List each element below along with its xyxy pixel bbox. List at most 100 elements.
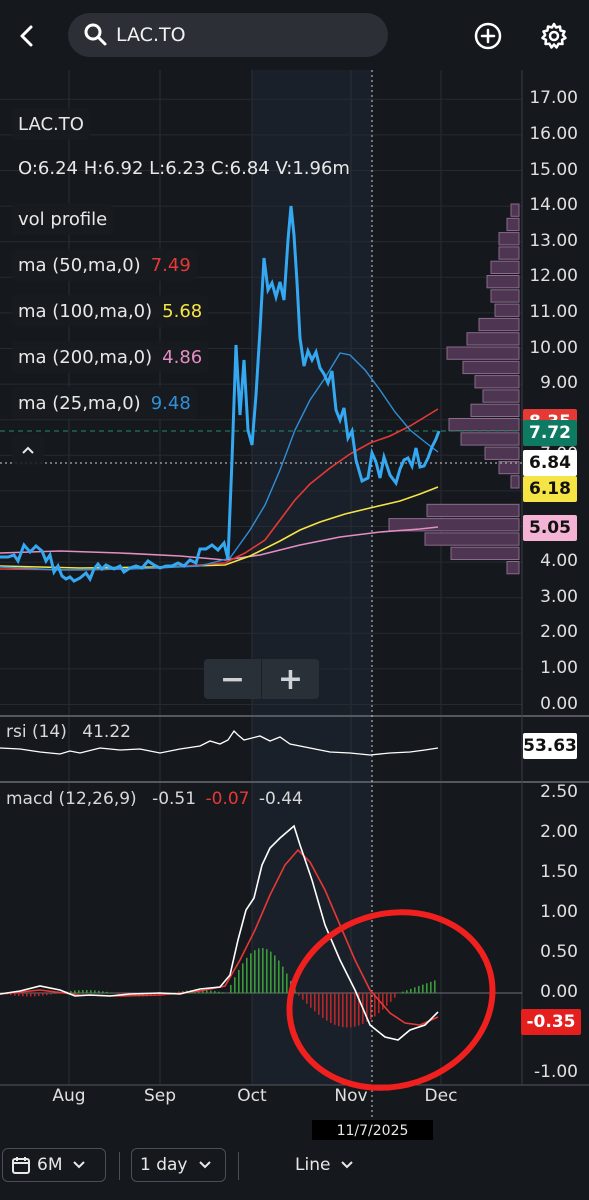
macd-tick-label: 1.50: [540, 862, 578, 882]
macd-histogram-bar: [110, 992, 112, 994]
macd-histogram-bar: [222, 992, 224, 994]
price-tick-label: 0.00: [540, 693, 578, 714]
range-selector[interactable]: 6M: [2, 1148, 106, 1182]
macd-histogram-bar: [402, 991, 404, 994]
rsi-badge: 53.63: [523, 733, 577, 759]
ma50-label: ma (50,ma,0): [18, 254, 141, 276]
macd-histogram-bar: [218, 991, 220, 994]
macd-histogram-bar: [50, 993, 52, 995]
macd-histogram-bar: [398, 993, 400, 994]
macd-histogram-bar: [90, 990, 92, 994]
macd-histogram-bar: [410, 988, 412, 994]
chevron-down-icon: [341, 1161, 354, 1169]
macd-histogram-bar: [18, 993, 20, 997]
macd-histogram-bar: [270, 951, 272, 994]
macd-histogram-bar: [42, 993, 44, 996]
time-tick-label: Nov: [334, 1086, 368, 1106]
volume-profile-bar: [498, 232, 520, 246]
macd-histogram-bar: [210, 990, 212, 994]
macd-histogram-bar: [266, 949, 268, 994]
rsi-legend[interactable]: rsi (14) 41.22: [6, 722, 131, 742]
collapse-legend-button[interactable]: [12, 434, 44, 466]
volume-profile-bar: [462, 360, 520, 375]
interval-value: 1 day: [140, 1155, 188, 1175]
macd-tick-label: 0.00: [540, 982, 578, 1002]
ma100-label: ma (100,ma,0): [18, 300, 153, 322]
macd-histogram-bar: [318, 993, 320, 1015]
price-tick-label: 10.00: [529, 337, 578, 358]
macd-histogram-bar: [26, 993, 28, 997]
macd-histogram-bar: [430, 981, 432, 994]
macd-histogram-bar: [354, 993, 356, 1027]
macd-tick-label: 2.00: [540, 822, 578, 842]
macd-histogram-bar: [414, 987, 416, 994]
zoom-in-button[interactable]: +: [262, 659, 319, 699]
macd-histogram-bar: [334, 993, 336, 1025]
price-badge: 5.05: [523, 515, 577, 541]
macd-histogram-bar: [206, 990, 208, 994]
volume-profile-bar: [450, 546, 520, 561]
vol-profile-label[interactable]: vol profile: [12, 203, 114, 235]
macd-tick-label: 1.00: [540, 902, 578, 922]
macd-histogram-bar: [38, 993, 40, 997]
macd-histogram-bar: [378, 993, 380, 1014]
volume-profile-bar: [426, 503, 520, 518]
chevron-down-icon: [73, 1161, 86, 1169]
price-tick-label: 3.00: [540, 586, 578, 607]
macd-histogram-bar: [406, 990, 408, 994]
macd-v3: -0.44: [258, 789, 303, 809]
price-tick-label: 4.00: [540, 551, 578, 572]
macd-v1: -0.51: [152, 789, 197, 809]
price-tick-label: 12.00: [529, 266, 578, 287]
volume-profile-bar: [506, 217, 520, 232]
ma200-label: ma (200,ma,0): [18, 346, 153, 368]
macd-histogram-bar: [262, 948, 264, 994]
ma100-legend[interactable]: ma (100,ma,0) 5.68: [12, 295, 209, 327]
chart-area[interactable]: LAC.TO O:6.24 H:6.92 L:6.23 C:6.84 V:1.9…: [0, 70, 589, 1142]
macd-histogram-bar: [106, 991, 108, 994]
macd-badge: -0.35: [521, 1009, 581, 1035]
toolbar-divider: [119, 1152, 120, 1180]
macd-histogram-bar: [338, 993, 340, 1027]
october-band: [252, 70, 372, 1085]
price-badge: 6.18: [523, 476, 577, 502]
ma200-legend[interactable]: ma (200,ma,0) 4.86: [12, 341, 209, 373]
macd-histogram-bar: [302, 993, 304, 1000]
rsi-value: 41.22: [82, 722, 131, 742]
volume-profile-bar: [474, 375, 520, 389]
top-bar: LAC.TO: [0, 0, 589, 70]
macd-histogram-bar: [74, 990, 76, 994]
macd-legend[interactable]: macd (12,26,9) -0.51 -0.07 -0.44: [6, 789, 303, 809]
ma25-legend[interactable]: ma (25,ma,0) 9.48: [12, 387, 197, 419]
macd-histogram-bar: [34, 993, 36, 997]
ma50-legend[interactable]: ma (50,ma,0) 7.49: [12, 249, 197, 281]
macd-histogram-bar: [46, 993, 48, 996]
chart-type-selector[interactable]: Line: [295, 1148, 354, 1182]
search-input[interactable]: LAC.TO: [68, 13, 388, 57]
interval-selector[interactable]: 1 day: [131, 1148, 226, 1182]
macd-histogram-bar: [54, 993, 56, 994]
macd-histogram-bar: [214, 991, 216, 994]
volume-profile-bar: [448, 418, 520, 432]
macd-histogram-bar: [346, 993, 348, 1028]
bottom-toolbar: 6M 1 day Line: [0, 1140, 589, 1200]
settings-button[interactable]: [532, 14, 576, 58]
ma50-value: 7.49: [150, 254, 191, 276]
volume-profile-bar: [510, 475, 520, 489]
volume-profile-bar: [460, 432, 520, 446]
macd-histogram-bar: [246, 957, 248, 994]
macd-histogram-bar: [242, 963, 244, 994]
macd-v2: -0.07: [205, 789, 250, 809]
volume-profile-bar: [470, 403, 520, 418]
add-icon: [474, 22, 502, 50]
back-button[interactable]: [6, 14, 50, 58]
macd-histogram-bar: [230, 984, 232, 994]
time-tick-label: Sep: [143, 1086, 177, 1106]
macd-histogram-bar: [14, 993, 16, 996]
macd-histogram-bar: [386, 993, 388, 1006]
price-tick-label: 13.00: [529, 230, 578, 251]
chart-type-value: Line: [295, 1155, 331, 1175]
symbol-label[interactable]: LAC.TO: [12, 108, 90, 140]
add-button[interactable]: [466, 14, 510, 58]
zoom-out-button[interactable]: −: [204, 659, 262, 699]
